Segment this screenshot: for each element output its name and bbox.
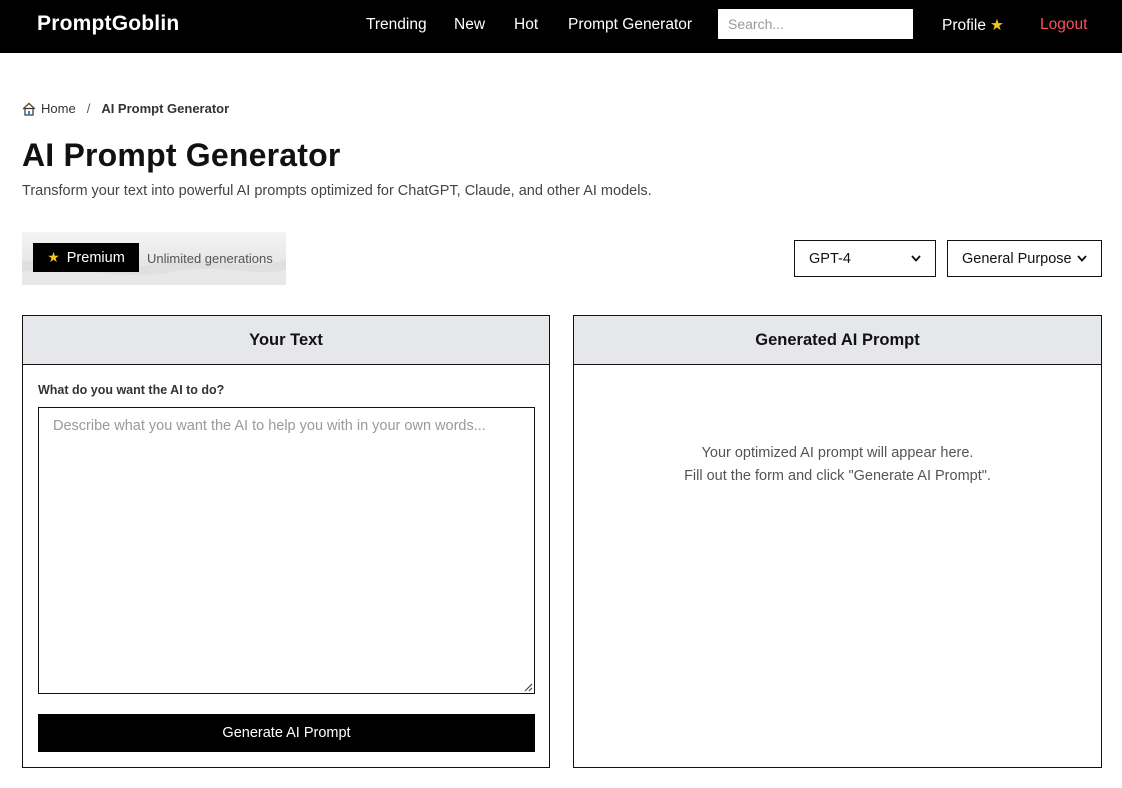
nav-link-trending[interactable]: Trending bbox=[366, 16, 427, 34]
premium-label: Premium bbox=[66, 249, 125, 266]
purpose-select[interactable]: General Purpose bbox=[947, 240, 1102, 277]
page-title: AI Prompt Generator bbox=[22, 137, 341, 173]
star-icon: ★ bbox=[989, 17, 1004, 34]
profile-label: Profile bbox=[942, 17, 986, 34]
input-panel: Your Text What do you want the AI to do?… bbox=[22, 315, 550, 768]
generate-prompt-button[interactable]: Generate AI Prompt bbox=[38, 714, 535, 752]
chevron-down-icon bbox=[911, 255, 921, 262]
search-input[interactable] bbox=[718, 9, 913, 39]
premium-note: Unlimited generations bbox=[147, 251, 273, 266]
empty-state-line-2: Fill out the form and click "Generate AI… bbox=[684, 468, 991, 484]
nav-link-hot[interactable]: Hot bbox=[514, 16, 538, 34]
profile-link[interactable]: Profile ★ bbox=[942, 16, 1004, 35]
breadcrumb-current: AI Prompt Generator bbox=[101, 101, 230, 116]
premium-badge: ★ Premium bbox=[33, 243, 139, 272]
breadcrumb: Home / AI Prompt Generator bbox=[22, 101, 229, 116]
input-panel-title: Your Text bbox=[23, 316, 549, 365]
logout-link[interactable]: Logout bbox=[1040, 16, 1087, 34]
output-panel-title: Generated AI Prompt bbox=[574, 316, 1101, 365]
chevron-down-icon bbox=[1077, 255, 1087, 262]
model-select-value: GPT-4 bbox=[809, 250, 851, 267]
star-icon: ★ bbox=[47, 249, 60, 265]
breadcrumb-separator: / bbox=[86, 101, 91, 116]
empty-state-line-1: Your optimized AI prompt will appear her… bbox=[701, 445, 974, 461]
prompt-field-label: What do you want the AI to do? bbox=[38, 383, 225, 397]
output-panel: Generated AI Prompt Your optimized AI pr… bbox=[573, 315, 1102, 768]
brand-logo[interactable]: PromptGoblin bbox=[37, 12, 179, 36]
page-subtitle: Transform your text into powerful AI pro… bbox=[22, 183, 652, 199]
empty-state-message: Your optimized AI prompt will appear her… bbox=[574, 442, 1101, 488]
prompt-textarea[interactable] bbox=[38, 407, 535, 694]
nav-link-new[interactable]: New bbox=[454, 16, 485, 34]
premium-banner: ★ Premium Unlimited generations bbox=[22, 232, 286, 285]
home-icon bbox=[22, 102, 36, 116]
breadcrumb-home-link[interactable]: Home bbox=[41, 101, 76, 116]
nav-link-prompt-generator[interactable]: Prompt Generator bbox=[568, 16, 692, 34]
resize-grip-icon[interactable] bbox=[521, 680, 533, 692]
model-select[interactable]: GPT-4 bbox=[794, 240, 936, 277]
top-navbar: PromptGoblin Trending New Hot Prompt Gen… bbox=[0, 0, 1122, 53]
purpose-select-value: General Purpose bbox=[962, 250, 1072, 267]
